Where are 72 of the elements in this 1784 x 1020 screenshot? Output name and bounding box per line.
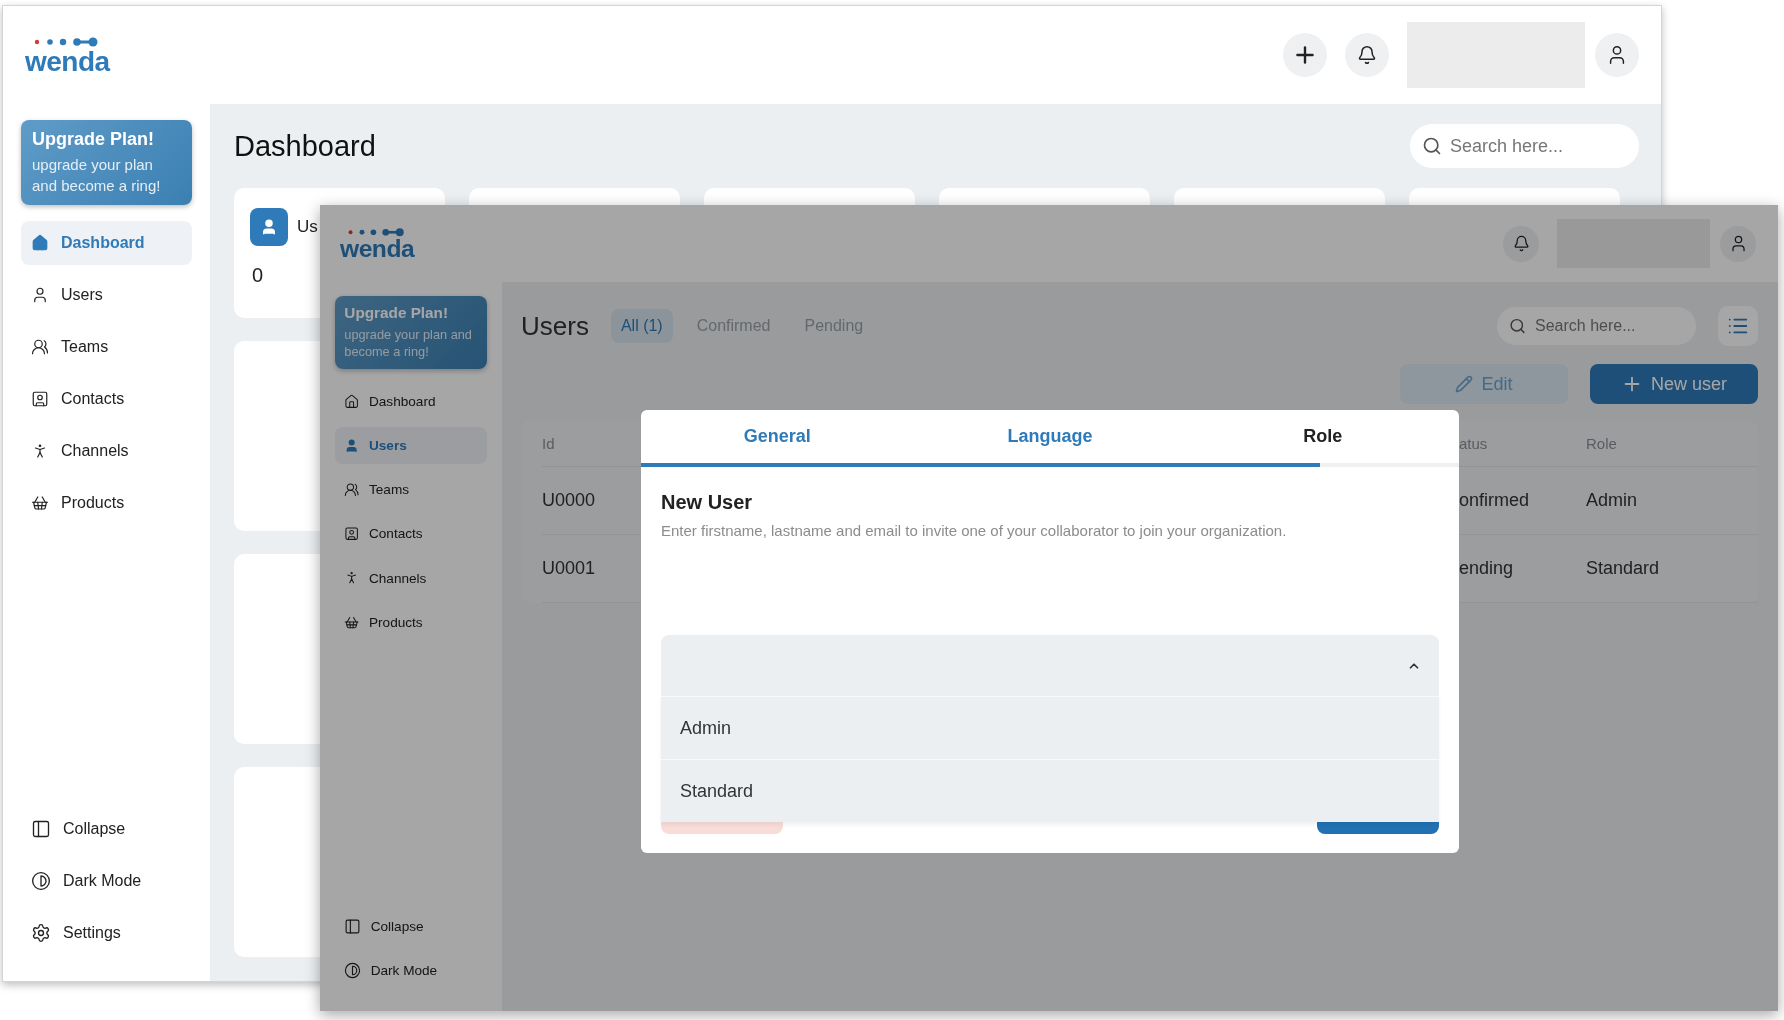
nav-item[interactable]: Products — [335, 603, 487, 641]
upgrade-text: upgrade your plan and become a ring! — [344, 325, 473, 362]
dialog-tab[interactable]: Role — [1186, 410, 1459, 463]
upgrade-text: upgrade your plan and become a ring! — [32, 155, 162, 196]
contrast-icon — [343, 962, 361, 979]
notifications-button[interactable] — [1345, 33, 1389, 77]
nav-item[interactable]: Contacts — [335, 515, 487, 553]
search-icon — [1422, 136, 1442, 156]
pencil-icon — [1455, 375, 1474, 393]
dropdown-option[interactable]: Standard — [661, 759, 1439, 822]
search-field[interactable]: Search here... — [1410, 124, 1639, 168]
nav-item[interactable]: Dashboard — [21, 221, 192, 265]
user-icon — [250, 208, 288, 246]
add-button[interactable] — [1283, 33, 1327, 77]
contact-card-icon — [343, 526, 359, 542]
bell-icon — [1512, 235, 1530, 252]
panel-icon — [343, 917, 361, 935]
search-icon — [1509, 317, 1526, 335]
upgrade-card[interactable]: Upgrade Plan! upgrade your plan and become a ring! — [21, 120, 192, 205]
upgrade-title: Upgrade Plan! — [32, 129, 156, 150]
column-header: Role — [1586, 434, 1617, 452]
dialog-tab[interactable]: General — [641, 410, 914, 463]
notifications-button[interactable] — [1503, 225, 1539, 262]
nav-item[interactable]: Collapse — [335, 907, 487, 945]
panel-icon — [31, 819, 51, 839]
table-cell: onfirmed — [1459, 490, 1530, 511]
home-icon — [343, 393, 359, 409]
table-cell: Admin — [1586, 490, 1638, 511]
search-field[interactable]: Search here... — [1497, 307, 1696, 345]
dialog-description: Enter firstname, lastname and email to invite one of your collaborator to join your organization. — [661, 522, 1288, 539]
group-icon — [31, 338, 49, 356]
nav-item[interactable]: Dark Mode — [21, 859, 192, 903]
basket-icon — [31, 494, 49, 512]
group-icon — [343, 482, 359, 498]
logo: wenda — [340, 226, 415, 261]
nav-item[interactable]: Settings — [21, 911, 192, 955]
profile-button[interactable] — [1720, 225, 1756, 262]
settings-icon — [31, 923, 51, 943]
page-title: Users — [521, 310, 589, 342]
table-cell: U0001 — [542, 558, 596, 579]
stat-value: 0 — [251, 264, 265, 287]
nav-item[interactable]: Contacts — [21, 377, 192, 421]
dropdown-option[interactable]: Admin — [661, 696, 1439, 759]
user-icon — [31, 286, 49, 304]
new-user-button[interactable]: New user — [1590, 364, 1758, 404]
list-view-button[interactable] — [1718, 306, 1758, 346]
bell-icon — [1357, 45, 1377, 65]
table-cell: Standard — [1586, 558, 1660, 579]
dialog-tab[interactable]: Language — [913, 410, 1187, 463]
contrast-icon — [31, 871, 51, 891]
table-cell: U0000 — [542, 490, 596, 511]
nav-item[interactable]: Dark Mode — [335, 951, 487, 990]
basket-icon — [343, 614, 359, 630]
nav-item[interactable]: Teams — [21, 325, 192, 369]
dialog-title: New User — [661, 491, 754, 514]
nav-item[interactable]: Channels — [21, 429, 192, 473]
column-header: atus — [1459, 434, 1488, 452]
home-icon — [31, 234, 49, 252]
nav-item[interactable]: Channels — [335, 559, 487, 597]
nav-item[interactable]: Products — [21, 481, 192, 525]
table-cell: ending — [1459, 558, 1514, 579]
contact-card-icon — [31, 390, 49, 408]
nav-item[interactable]: Dashboard — [335, 382, 487, 420]
upgrade-title: Upgrade Plan! — [344, 303, 450, 322]
stat-label: Us — [297, 217, 318, 237]
nav-item[interactable]: Teams — [335, 470, 487, 509]
page-title: Dashboard — [234, 129, 376, 163]
nav-item[interactable]: Users — [21, 273, 192, 317]
nav-item[interactable]: Collapse — [21, 807, 192, 851]
logo: wenda — [25, 35, 110, 75]
column-header: Id — [542, 434, 555, 452]
profile-button[interactable] — [1595, 33, 1639, 77]
